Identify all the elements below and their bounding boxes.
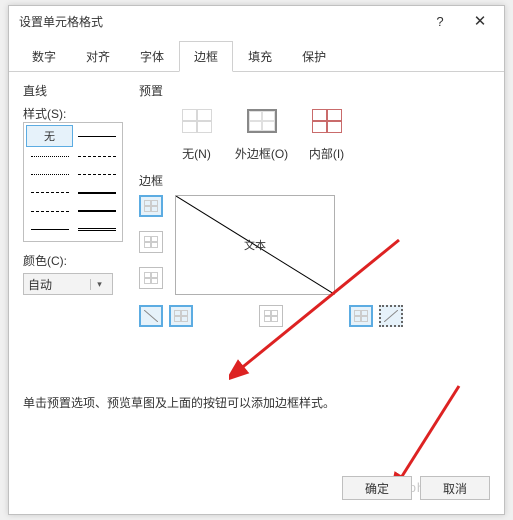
format-cells-dialog: 设置单元格格式 ? ✕ 数字 对齐 字体 边框 填充 保护 直线 样式(S): …: [8, 5, 505, 515]
ok-button[interactable]: 确定: [342, 476, 412, 500]
line-style-5[interactable]: [73, 165, 120, 183]
tab-number[interactable]: 数字: [17, 41, 71, 72]
tab-content-border: 直线 样式(S): 无 颜色(C): 自动 ▾: [9, 72, 504, 472]
preset-none[interactable]: 无(N): [169, 103, 224, 162]
diag-down-icon: [144, 310, 158, 322]
line-style-1[interactable]: [73, 125, 120, 147]
color-value: 自动: [28, 276, 90, 293]
border-right-button[interactable]: [349, 305, 373, 327]
line-style-9[interactable]: [73, 202, 120, 220]
color-dropdown[interactable]: 自动 ▾: [23, 273, 113, 295]
help-button[interactable]: ?: [420, 7, 460, 35]
border-middle-v-button[interactable]: [259, 305, 283, 327]
dialog-title: 设置单元格格式: [19, 13, 103, 30]
line-style-7[interactable]: [73, 184, 120, 202]
preset-outline[interactable]: 外边框(O): [234, 103, 289, 162]
preview-text: 文本: [244, 237, 266, 253]
line-style-10[interactable]: [26, 221, 73, 239]
preset-inside[interactable]: 内部(I): [299, 103, 354, 162]
tab-protection[interactable]: 保护: [287, 41, 341, 72]
cancel-button[interactable]: 取消: [420, 476, 490, 500]
line-style-4[interactable]: [26, 165, 73, 183]
tab-border[interactable]: 边框: [179, 41, 233, 72]
border-diag-up-button[interactable]: [379, 305, 403, 327]
border-middle-h-button[interactable]: [139, 231, 163, 253]
style-label: 样式(S):: [23, 105, 133, 122]
hint-text: 单击预置选项、预览草图及上面的按钮可以添加边框样式。: [23, 394, 335, 411]
tab-fill[interactable]: 填充: [233, 41, 287, 72]
line-section-label: 直线: [23, 82, 133, 99]
preset-section-label: 预置: [139, 82, 490, 99]
tab-bar: 数字 对齐 字体 边框 填充 保护: [9, 36, 504, 72]
tab-font[interactable]: 字体: [125, 41, 179, 72]
border-top-button[interactable]: [139, 195, 163, 217]
border-section-label: 边框: [139, 172, 490, 189]
help-icon: ?: [436, 14, 443, 29]
line-style-3[interactable]: [73, 147, 120, 165]
close-icon: ✕: [474, 12, 487, 30]
line-style-8[interactable]: [26, 202, 73, 220]
line-style-none[interactable]: 无: [26, 125, 73, 147]
border-preview[interactable]: 文本: [175, 195, 335, 295]
close-button[interactable]: ✕: [460, 7, 500, 35]
line-style-2[interactable]: [26, 147, 73, 165]
dialog-buttons: 确定 取消: [342, 476, 490, 500]
line-style-11[interactable]: [73, 221, 120, 239]
title-bar: 设置单元格格式 ? ✕: [9, 6, 504, 36]
color-label: 颜色(C):: [23, 252, 133, 269]
border-bottom-button[interactable]: [139, 267, 163, 289]
border-left-button[interactable]: [169, 305, 193, 327]
chevron-down-icon: ▾: [90, 279, 108, 290]
diag-up-icon: [384, 310, 398, 322]
border-diag-down-button[interactable]: [139, 305, 163, 327]
preset-row: 无(N) 外边框(O) 内部(I): [169, 103, 490, 162]
tab-alignment[interactable]: 对齐: [71, 41, 125, 72]
line-style-6[interactable]: [26, 184, 73, 202]
line-style-list[interactable]: 无: [23, 122, 123, 242]
